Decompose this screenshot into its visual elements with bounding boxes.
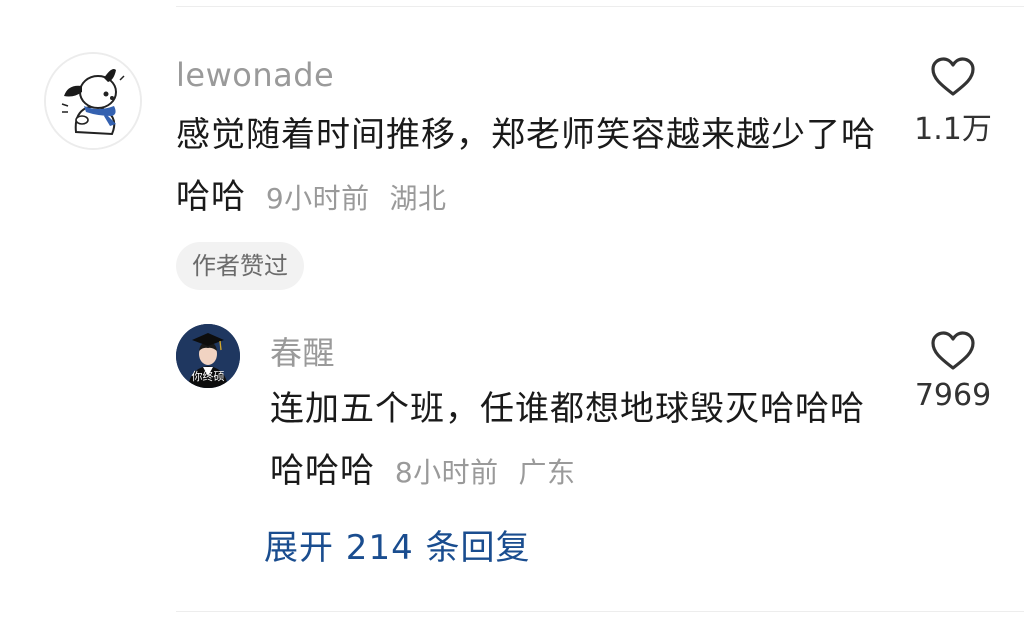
comment-username[interactable]: lewonade [176, 56, 334, 94]
author-liked-badge: 作者赞过 [176, 242, 304, 290]
top-divider [176, 6, 1024, 7]
reply-username[interactable]: 春醒 [270, 328, 335, 374]
cartoon-dog-avatar-icon [46, 54, 140, 148]
expand-replies-link[interactable]: 展开 214 条回复 [264, 520, 531, 569]
comment-thread: lewonade 感觉随着时间推移，郑老师笑容越来越少了哈哈哈 9小时前 湖北 … [0, 0, 1024, 618]
reply-like-count: 7969 [914, 378, 992, 413]
reply-text: 连加五个班，任谁都想地球毁灭哈哈哈哈哈哈 8小时前 广东 [270, 378, 890, 504]
reply-timestamp: 8小时前 [394, 456, 499, 489]
reply-user-avatar[interactable]: 你终硕 [176, 324, 240, 388]
heart-icon [931, 57, 975, 96]
comment-timestamp: 9小时前 [265, 182, 370, 215]
heart-icon [931, 331, 975, 370]
comment-like-count: 1.1万 [914, 112, 992, 147]
reply-like-button[interactable]: 7969 [903, 330, 1003, 413]
comment-text: 感觉随着时间推移，郑老师笑容越来越少了哈哈哈 9小时前 湖北 [176, 104, 876, 230]
reply-location: 广东 [518, 456, 576, 489]
comment-location: 湖北 [389, 182, 447, 215]
user-avatar[interactable] [44, 52, 142, 150]
avatar-caption: 你终硕 [191, 370, 225, 383]
bottom-divider [176, 611, 1024, 612]
comment-like-button[interactable]: 1.1万 [903, 56, 1003, 148]
